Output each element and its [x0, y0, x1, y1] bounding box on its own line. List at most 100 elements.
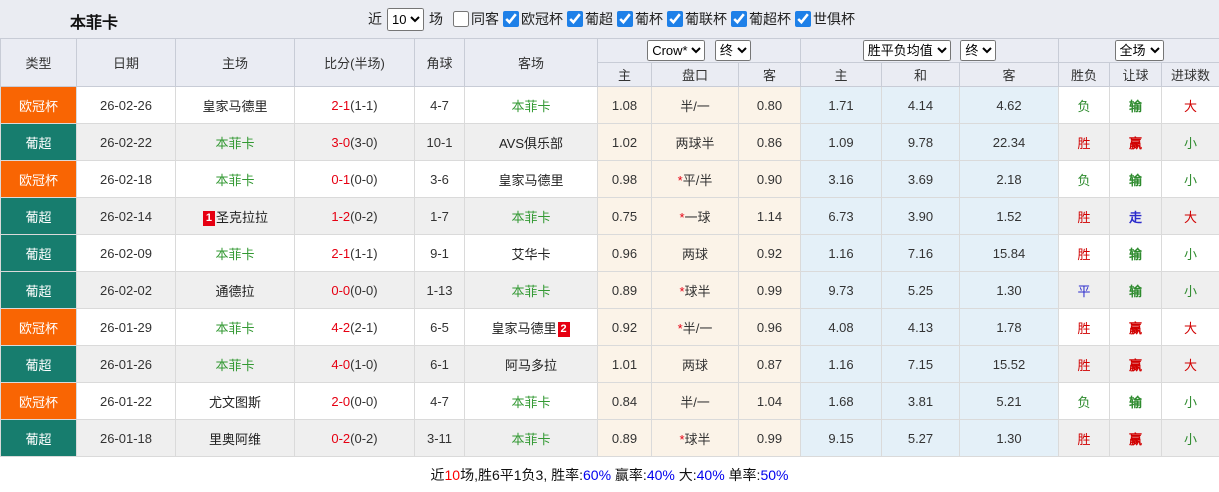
sub-header-mean-home: 主 [800, 62, 882, 87]
odds-home-cell: 1.08 [597, 86, 652, 124]
mean-time-select[interactable]: 终 [960, 40, 997, 61]
result-wdl-cell: 平 [1058, 271, 1110, 309]
rank-badge: 2 [557, 321, 570, 337]
league-filter[interactable]: 欧冠杯 [503, 9, 563, 29]
mean-draw-cell: 7.16 [881, 234, 960, 272]
mean-away-cell: 1.78 [959, 308, 1059, 346]
league-checkbox[interactable] [567, 10, 583, 27]
league-filter[interactable]: 葡超 [567, 9, 613, 29]
mean-away-cell: 1.52 [959, 197, 1059, 235]
result-goals-cell: 大 [1160, 308, 1219, 346]
sub-header-handicap: 盘口 [651, 62, 739, 87]
handicap-cell: *球半 [651, 271, 739, 309]
sub-header-odds-away: 客 [738, 62, 801, 87]
league-checkbox[interactable] [795, 10, 811, 27]
home-team-cell: 皇家马德里 [175, 86, 295, 124]
mean-type-select[interactable]: 胜平负均值 [862, 40, 951, 61]
home-team-cell: 本菲卡 [175, 234, 295, 272]
league-checkbox[interactable] [617, 10, 633, 27]
odds-away-cell: 0.96 [738, 308, 801, 346]
col-header-home: 主场 [175, 38, 295, 87]
odds-time-select[interactable]: 终 [714, 40, 751, 61]
star-marker: * [679, 209, 685, 225]
mean-home-cell: 9.73 [800, 271, 882, 309]
odds-home-cell: 0.75 [597, 197, 652, 235]
same-opponent-filter[interactable]: 同客 [453, 9, 499, 29]
mean-away-cell: 4.62 [959, 86, 1059, 124]
odds-home-cell: 0.96 [597, 234, 652, 272]
odds-away-cell: 0.90 [738, 160, 801, 198]
score-cell: 2-0(0-0) [294, 382, 415, 420]
summary-segment: 单率: [724, 467, 761, 483]
handicap-cell: 半/一 [651, 86, 739, 124]
mean-home-cell: 9.15 [800, 419, 882, 457]
same-opponent-checkbox[interactable] [453, 11, 469, 27]
result-goals-cell: 小 [1160, 271, 1219, 309]
mean-away-cell: 1.30 [959, 271, 1059, 309]
match-row: 葡超 26-02-02 通德拉 0-0(0-0) 1-13 本菲卡 0.89 *球半 0.99 9… [0, 271, 1219, 309]
result-goals-cell: 小 [1160, 382, 1219, 420]
league-checkbox[interactable] [731, 10, 747, 27]
result-scope-select[interactable]: 全场 [1114, 40, 1164, 61]
odds-away-cell: 1.04 [738, 382, 801, 420]
recent-count-select[interactable]: 10 [387, 7, 424, 31]
league-filter[interactable]: 葡超杯 [731, 9, 791, 29]
away-team-cell: 本菲卡 [464, 419, 598, 457]
home-team-cell: 里奥阿维 [175, 419, 295, 457]
summary-segment: 场,胜6平1负3, 胜率: [460, 467, 584, 483]
mean-away-cell: 2.18 [959, 160, 1059, 198]
summary-segment: 10 [444, 467, 461, 483]
fulltime-score: 0-1 [331, 171, 351, 187]
odds-away-cell: 0.99 [738, 271, 801, 309]
odds-source-select[interactable]: Crow* [647, 40, 706, 61]
team-name: 本菲卡 [215, 357, 255, 373]
league-filter[interactable]: 世俱杯 [795, 9, 855, 29]
sub-header-handicap-result: 让球 [1109, 62, 1162, 87]
sub-header-wdl: 胜负 [1058, 62, 1110, 87]
corners-cell: 6-1 [414, 345, 465, 383]
date-cell: 26-02-09 [76, 234, 176, 272]
mean-home-cell: 1.68 [800, 382, 882, 420]
result-wdl-cell: 胜 [1058, 234, 1110, 272]
result-wdl-cell: 负 [1058, 86, 1110, 124]
mean-draw-cell: 4.13 [881, 308, 960, 346]
halftime-score: (2-1) [350, 319, 378, 335]
odds-home-cell: 0.89 [597, 271, 652, 309]
result-handicap-cell: 输 [1109, 382, 1162, 420]
team-name: 阿马多拉 [504, 357, 557, 373]
page-title: 本菲卡 [70, 15, 119, 32]
summary-segment: 大: [674, 467, 697, 483]
score-cell: 1-2(0-2) [294, 197, 415, 235]
league-filter[interactable]: 葡杯 [617, 9, 663, 29]
corners-cell: 4-7 [414, 382, 465, 420]
col-header-away: 客场 [464, 38, 598, 87]
league-checkbox[interactable] [667, 10, 683, 27]
team-name: 里奥阿维 [208, 431, 261, 447]
date-cell: 26-01-18 [76, 419, 176, 457]
odds-away-cell: 1.14 [738, 197, 801, 235]
team-name: 本菲卡 [511, 431, 551, 447]
league-label: 葡超 [585, 10, 613, 27]
mean-draw-cell: 9.78 [881, 123, 960, 161]
table-header: 类型 日期 主场 比分(半场) 角球 客场 Crow* 终 胜平负均值 终 全场… [0, 38, 1219, 87]
col-header-corners: 角球 [414, 38, 465, 87]
handicap-cell: *球半 [651, 419, 739, 457]
league-filter[interactable]: 葡联杯 [667, 9, 727, 29]
result-wdl-cell: 胜 [1058, 123, 1110, 161]
date-cell: 26-02-18 [76, 160, 176, 198]
home-team-cell: 本菲卡 [175, 123, 295, 161]
halftime-score: (1-1) [350, 245, 378, 261]
fulltime-score: 2-0 [331, 393, 351, 409]
team-name: 本菲卡 [511, 283, 551, 299]
handicap-cell: 两球 [651, 345, 739, 383]
league-checkbox[interactable] [503, 10, 519, 27]
summary-segment: 近 [430, 467, 445, 483]
mean-draw-cell: 5.27 [881, 419, 960, 457]
away-team-cell: 本菲卡 [464, 197, 598, 235]
summary-segment: 40% [646, 467, 675, 483]
team-name: 本菲卡 [511, 98, 551, 114]
date-cell: 26-02-14 [76, 197, 176, 235]
result-handicap-cell: 输 [1109, 86, 1162, 124]
home-team-cell: 通德拉 [175, 271, 295, 309]
odds-away-cell: 0.99 [738, 419, 801, 457]
